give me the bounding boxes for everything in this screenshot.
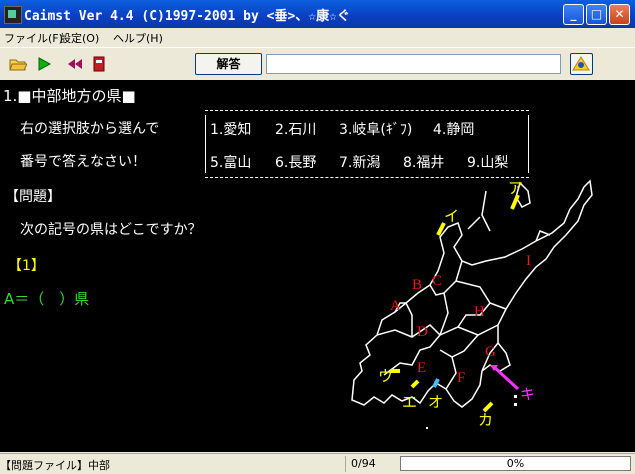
help-icon [572, 56, 590, 71]
choice-item: 4.静岡 [433, 122, 475, 138]
choice-item: 6.長野 [275, 155, 317, 171]
answer-input[interactable] [266, 54, 561, 74]
choice-item: 3.岐阜(ｷﾞﾌ) [339, 122, 413, 138]
choice-item: 5.富山 [210, 155, 252, 171]
menu-help[interactable]: ヘルプ(H) [113, 30, 163, 46]
status-count: 0/94 [351, 457, 376, 470]
status-separator [345, 456, 346, 472]
choice-item: 9.山梨 [467, 155, 509, 171]
label-I: I [526, 253, 531, 269]
problem-text: 次の記号の県はどこですか？ [20, 222, 202, 238]
close-icon: ✕ [614, 7, 625, 21]
problem-label: 【問題】 [5, 189, 61, 205]
maximize-icon: □ [590, 7, 603, 21]
label-a: ア [508, 179, 523, 197]
label-o: オ [428, 393, 443, 411]
app-icon[interactable] [4, 6, 22, 24]
progress-bar: 0% [400, 456, 631, 471]
rewind-icon[interactable] [66, 56, 84, 72]
question-heading: 1.■中部地方の県■ [3, 87, 136, 105]
quiz-area: 1.■中部地方の県■ 右の選択肢から選んで 番号で答えなさい！ 1.愛知 2.石… [0, 80, 635, 452]
label-H: H [474, 304, 485, 320]
label-D: D [417, 324, 428, 340]
title-bar[interactable]: Caimst Ver 4.4 (C)1997-2001 by <垂>、☆康☆ぐ … [0, 0, 635, 28]
label-i: イ [444, 207, 459, 225]
instruction-line-2: 番号で答えなさい！ [20, 154, 146, 170]
label-E: E [417, 360, 426, 376]
chubu-map: A B C D E F G H I ア イ ウ エ オ カ キ [351, 179, 593, 429]
play-icon[interactable] [35, 56, 53, 72]
book-icon[interactable] [90, 56, 108, 72]
answer-prompt: A＝（ ）県 [4, 290, 90, 308]
window-title: Caimst Ver 4.4 (C)1997-2001 by <垂>、☆康☆ぐ [24, 9, 350, 24]
choice-item: 7.新潟 [339, 155, 381, 171]
label-u: ウ [378, 367, 393, 385]
label-e: エ [402, 393, 417, 411]
status-bar: 【問題ファイル】中部 0/94 0% [0, 453, 635, 474]
app-window: Caimst Ver 4.4 (C)1997-2001 by <垂>、☆康☆ぐ … [0, 0, 635, 474]
choices-right-border [528, 115, 529, 173]
label-G: G [485, 344, 496, 360]
choice-item: 2.石川 [275, 122, 317, 138]
choice-item: 1.愛知 [210, 122, 252, 138]
menu-bar: ファイル(F) 設定(O) ヘルプ(H) [0, 28, 635, 46]
maximize-button[interactable]: □ [586, 4, 607, 25]
minimize-button[interactable]: _ [563, 4, 584, 25]
choices-box: 1.愛知 2.石川 3.岐阜(ｷﾞﾌ) 4.静岡 5.富山 6.長野 7.新潟 … [205, 110, 529, 178]
label-ka: カ [478, 411, 493, 429]
help-button[interactable] [570, 53, 593, 75]
red-prefecture-labels: A B C D E F G H I [390, 253, 531, 386]
label-F: F [457, 370, 465, 386]
question-number: 【1】 [8, 258, 45, 274]
open-folder-icon[interactable] [9, 56, 27, 72]
label-ki: キ [520, 385, 535, 403]
label-C: C [432, 273, 442, 289]
instruction-line-1: 右の選択肢から選んで [20, 121, 160, 137]
status-file: 【問題ファイル】中部 [0, 459, 110, 472]
minimize-icon: _ [570, 7, 577, 21]
toolbar: 解答 [0, 47, 635, 81]
menu-settings[interactable]: 設定(O) [60, 30, 99, 46]
progress-text: 0% [506, 457, 525, 470]
menu-file[interactable]: ファイル(F) [4, 30, 63, 46]
map-markers [390, 194, 520, 413]
label-A: A [390, 298, 401, 314]
close-button[interactable]: ✕ [609, 4, 630, 25]
label-B: B [412, 277, 422, 293]
choices-left-border [205, 115, 206, 173]
answer-button[interactable]: 解答 [195, 53, 262, 75]
choice-item: 8.福井 [403, 155, 445, 171]
